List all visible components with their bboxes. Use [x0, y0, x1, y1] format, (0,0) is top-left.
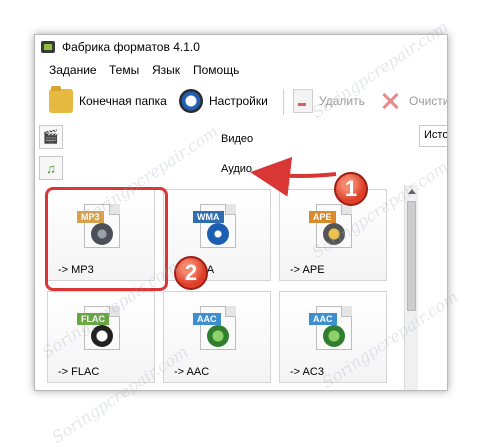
scroll-up-arrow-icon[interactable]	[408, 189, 416, 194]
headphones-icon	[91, 325, 113, 347]
wma-file-icon: WMA	[193, 204, 236, 248]
flac-file-icon: FLAC	[77, 306, 120, 350]
headphones-icon	[323, 223, 345, 245]
settings-label: Настройки	[209, 94, 268, 108]
aac-tag: AAC	[193, 313, 221, 325]
format-tile-ape[interactable]: APE -> APE	[279, 189, 387, 281]
clear-button[interactable]: Очисти	[379, 89, 448, 113]
history-tab[interactable]: Исто	[419, 125, 447, 147]
history-tab-label: Исто	[424, 129, 448, 141]
clear-label: Очисти	[409, 94, 448, 108]
category-video-label[interactable]: Видео	[221, 133, 253, 145]
step-1-number: 1	[344, 176, 358, 201]
audio-category-button[interactable]: ♫	[39, 156, 63, 180]
mp3-highlight-box	[45, 187, 168, 291]
wma-tag: WMA	[193, 211, 224, 223]
scrollbar-thumb[interactable]	[407, 201, 416, 311]
menu-item-themes[interactable]: Темы	[109, 63, 139, 77]
clear-icon	[379, 89, 403, 113]
flac-tag: FLAC	[77, 313, 109, 325]
speaker-icon	[323, 325, 345, 347]
step-2-badge: 2	[174, 256, 208, 290]
ape-tag: APE	[309, 211, 336, 223]
window-title: Фабрика форматов 4.1.0	[62, 40, 200, 54]
aac-file-icon: AAC	[193, 306, 236, 350]
format-label-aac: -> AAC	[174, 366, 210, 378]
step-2-number: 2	[184, 260, 198, 285]
video-category-button[interactable]: 🎬	[39, 125, 63, 149]
delete-label: Удалить	[319, 94, 365, 108]
format-label-flac: -> FLAC	[58, 366, 100, 378]
menu-item-language[interactable]: Язык	[152, 63, 180, 77]
menu-item-task[interactable]: Задание	[49, 63, 97, 77]
format-label-ape: -> APE	[290, 264, 325, 276]
app-icon	[41, 41, 55, 53]
menu-item-help[interactable]: Помощь	[193, 63, 239, 77]
delete-icon	[293, 89, 313, 113]
ac3-file-icon: AAC	[309, 306, 352, 350]
format-tile-aac[interactable]: AAC -> AAC	[163, 291, 271, 383]
category-audio-label[interactable]: Аудио	[221, 163, 252, 175]
film-icon: 🎬	[42, 129, 60, 144]
format-tile-ac3[interactable]: AAC -> AC3	[279, 291, 387, 383]
speaker-icon	[207, 325, 229, 347]
folder-icon	[49, 86, 73, 113]
format-tile-flac[interactable]: FLAC -> FLAC	[47, 291, 155, 383]
play-icon	[207, 223, 229, 245]
menu-bar: Задание Темы Язык Помощь	[35, 60, 447, 80]
ape-file-icon: APE	[309, 204, 352, 248]
toolbar: Конечная папка Настройки Удалить Очисти	[35, 83, 447, 119]
music-note-icon: ♫	[46, 160, 56, 176]
output-folder-button[interactable]: Конечная папка	[49, 86, 167, 113]
step-1-badge: 1	[334, 172, 368, 206]
title-bar: Фабрика форматов 4.1.0	[35, 35, 447, 59]
delete-button[interactable]: Удалить	[293, 89, 365, 113]
format-label-ac3: -> AC3	[290, 366, 324, 378]
toolbar-separator	[283, 89, 284, 115]
settings-gear-icon	[179, 89, 203, 113]
settings-button[interactable]: Настройки	[179, 89, 268, 113]
output-folder-label: Конечная папка	[79, 94, 167, 108]
ac3-tag: AAC	[309, 313, 337, 325]
tile-scrollbar[interactable]	[404, 185, 418, 390]
